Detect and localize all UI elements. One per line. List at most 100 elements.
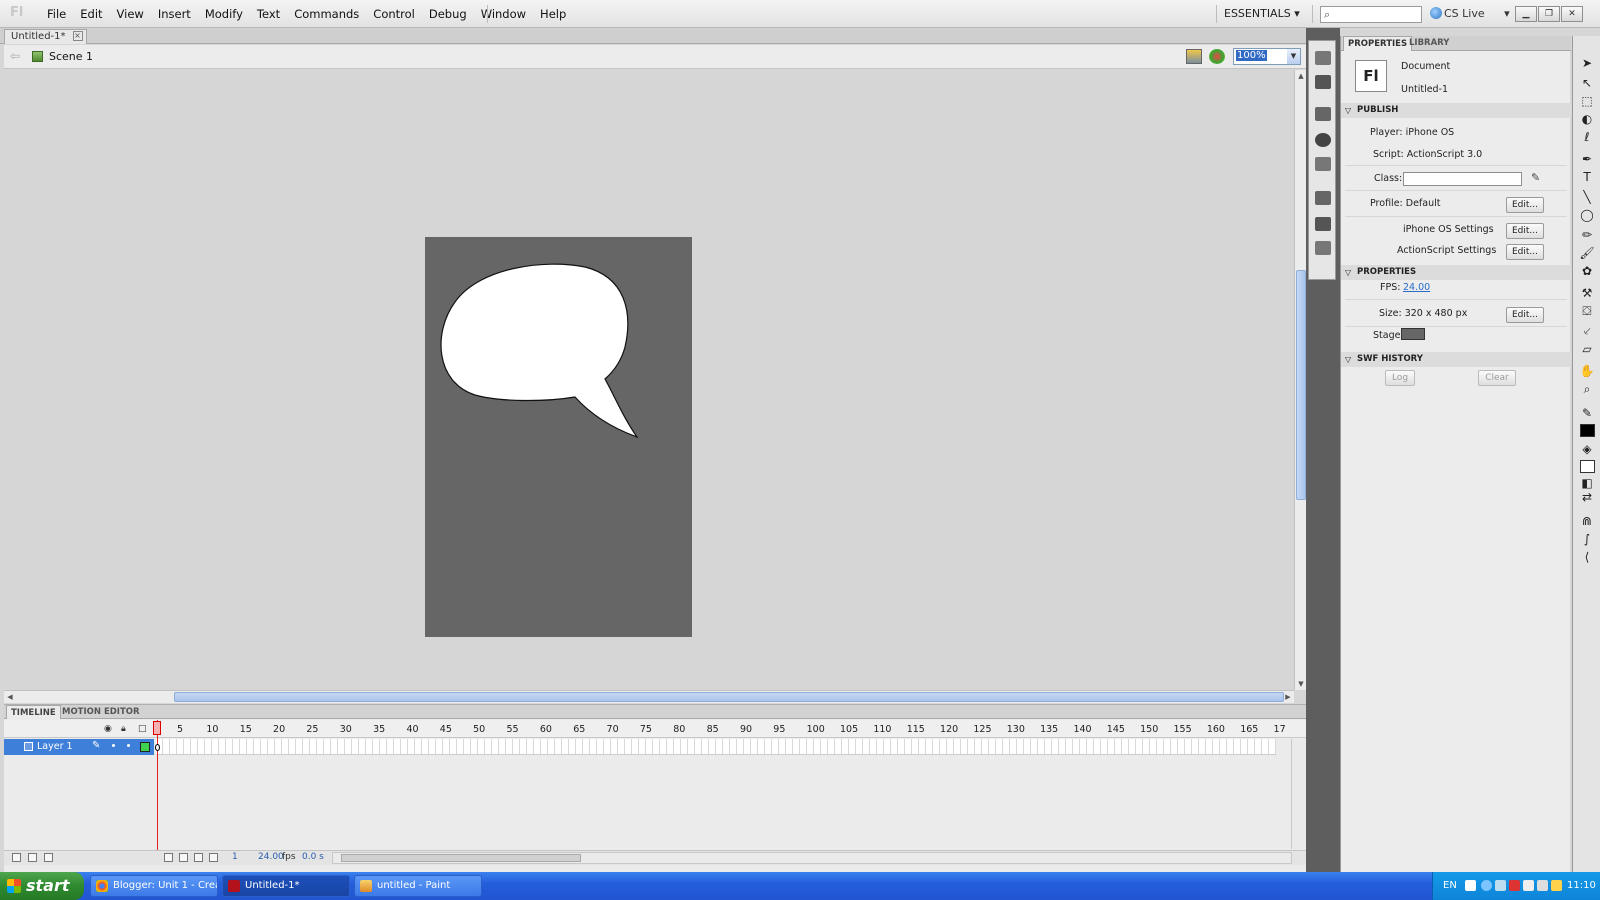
playhead-handle[interactable] xyxy=(153,721,161,735)
actionscript-settings-edit-button[interactable]: Edit... xyxy=(1506,244,1544,260)
eyedropper-tool-icon[interactable]: ⸔ xyxy=(1579,324,1595,338)
menu-help[interactable]: Help xyxy=(533,0,573,28)
profile-edit-button[interactable]: Edit... xyxy=(1506,197,1544,213)
menu-modify[interactable]: Modify xyxy=(198,0,250,28)
oval-tool-icon[interactable]: ◯ xyxy=(1579,208,1595,222)
restore-button[interactable]: ❐ xyxy=(1538,6,1560,22)
text-tool-icon[interactable]: T xyxy=(1579,170,1595,184)
network-icon[interactable] xyxy=(1481,880,1492,891)
timeline-horizontal-scrollbar[interactable] xyxy=(332,852,1292,864)
stroke-color-icon[interactable]: ✎ xyxy=(1579,406,1595,420)
lock-dot[interactable] xyxy=(127,744,130,747)
minimize-button[interactable]: ▁ xyxy=(1515,6,1537,22)
close-icon[interactable]: × xyxy=(72,31,83,41)
start-button[interactable]: start xyxy=(0,872,84,900)
paint-bucket-tool-icon[interactable]: ⛋ xyxy=(1579,304,1595,318)
brush-tool-icon[interactable]: 🖌︎ xyxy=(1579,246,1595,260)
scene-breadcrumb[interactable]: Scene 1 xyxy=(49,50,93,63)
tab-library[interactable]: LIBRARY xyxy=(1405,36,1453,51)
info-icon[interactable] xyxy=(1315,133,1331,147)
menu-commands[interactable]: Commands xyxy=(287,0,366,28)
motion-presets-icon[interactable] xyxy=(1315,241,1331,255)
menu-insert[interactable]: Insert xyxy=(151,0,198,28)
outline-icon[interactable]: □ xyxy=(138,724,147,734)
subselection-tool-icon[interactable]: ↖ xyxy=(1579,76,1595,90)
align-icon[interactable] xyxy=(1315,107,1331,121)
horizontal-scroll-thumb[interactable] xyxy=(174,692,1284,702)
tray-app-icon[interactable] xyxy=(1495,880,1506,891)
taskbar-item-paint[interactable]: untitled - Paint xyxy=(354,875,482,897)
menu-debug[interactable]: Debug xyxy=(422,0,474,28)
stroke-color-swatch[interactable] xyxy=(1580,424,1595,437)
zoom-select[interactable]: 100% ▼ xyxy=(1233,48,1301,65)
eye-icon[interactable]: ◉ xyxy=(104,724,112,734)
section-properties[interactable]: ▽ PROPERTIES xyxy=(1341,265,1571,280)
fill-color-icon[interactable]: ◈ xyxy=(1579,442,1595,456)
pencil-icon[interactable]: ✎ xyxy=(1531,171,1540,184)
tab-properties[interactable]: PROPERTIES xyxy=(1343,36,1413,51)
new-layer-icon[interactable] xyxy=(12,853,21,862)
section-publish[interactable]: ▽ PUBLISH xyxy=(1341,103,1571,118)
workspace-switcher[interactable]: ESSENTIALS ▾ xyxy=(1224,4,1300,24)
menu-text[interactable]: Text xyxy=(250,0,287,28)
menu-file[interactable]: File xyxy=(40,0,73,28)
keyframe[interactable] xyxy=(155,744,160,751)
timeline-vertical-scrollbar[interactable] xyxy=(1291,739,1304,849)
tab-motion-editor[interactable]: MOTION EDITOR xyxy=(58,705,144,719)
playhead[interactable] xyxy=(157,720,158,850)
fill-color-swatch[interactable] xyxy=(1580,460,1595,473)
scroll-up-icon[interactable]: ▲ xyxy=(1296,70,1306,82)
log-button[interactable]: Log xyxy=(1385,370,1415,386)
stage-horizontal-scrollbar[interactable]: ◀ ▶ xyxy=(4,690,1294,703)
tab-timeline[interactable]: TIMELINE xyxy=(6,705,61,719)
swap-colors-icon[interactable]: ⇄ xyxy=(1579,490,1595,504)
stage-color-swatch[interactable] xyxy=(1401,328,1425,340)
back-arrow-icon[interactable]: ⇦ xyxy=(10,49,20,63)
iphone-settings-edit-button[interactable]: Edit... xyxy=(1506,223,1544,239)
layer-outline-color[interactable] xyxy=(140,742,150,752)
visibility-dot[interactable] xyxy=(112,744,115,747)
stage-vertical-scrollbar[interactable]: ▲ ▼ xyxy=(1294,70,1306,690)
stage[interactable] xyxy=(425,237,692,637)
menu-window[interactable]: Window xyxy=(474,0,533,28)
zoom-tool-icon[interactable]: ⌕ xyxy=(1579,382,1595,396)
straighten-icon[interactable]: ⟨ xyxy=(1579,550,1595,564)
frame-grid[interactable] xyxy=(156,739,1276,755)
new-folder-icon[interactable] xyxy=(28,853,37,862)
vertical-scroll-thumb[interactable] xyxy=(1296,270,1306,500)
pencil-tool-icon[interactable]: ✏ xyxy=(1579,228,1595,242)
fps-value[interactable]: 24.00 xyxy=(1403,282,1430,293)
search-input[interactable]: ⌕ xyxy=(1320,6,1422,23)
edit-scene-icon[interactable] xyxy=(1186,49,1202,64)
deco-tool-icon[interactable]: ✿ xyxy=(1579,264,1595,278)
frame-ruler[interactable]: ◉ 🔒︎ □ 5 10 15 20 25 30 35 40 45 50 55 60 65 70 75 80 85… xyxy=(4,720,1306,738)
taskbar-item-blogger[interactable]: Blogger: Unit 1 - Crea... xyxy=(90,875,218,897)
edit-symbols-icon[interactable] xyxy=(1209,49,1225,64)
timeline-scroll-thumb[interactable] xyxy=(341,854,581,862)
selection-tool-icon[interactable]: ➤ xyxy=(1579,56,1595,70)
language-indicator[interactable]: EN xyxy=(1443,880,1457,891)
onion-skin-icon[interactable] xyxy=(179,853,188,862)
line-tool-icon[interactable]: ╲ xyxy=(1579,190,1595,204)
components-icon[interactable] xyxy=(1315,217,1331,231)
layer-row[interactable]: Layer 1 ✎ xyxy=(4,739,154,755)
size-edit-button[interactable]: Edit... xyxy=(1506,307,1544,323)
pasteboard[interactable] xyxy=(4,70,1294,690)
volume-icon[interactable] xyxy=(1523,880,1534,891)
color-panel-icon[interactable] xyxy=(1315,51,1331,65)
snap-to-objects-icon[interactable]: ⋒ xyxy=(1579,514,1595,528)
notification-icon[interactable] xyxy=(1551,880,1562,891)
lock-icon[interactable]: 🔒︎ xyxy=(121,724,126,734)
display-icon[interactable] xyxy=(1537,880,1548,891)
scroll-down-icon[interactable]: ▼ xyxy=(1296,678,1306,690)
scroll-left-icon[interactable]: ◀ xyxy=(4,691,16,703)
frame-rate[interactable]: 24.00 xyxy=(258,852,284,862)
smooth-icon[interactable]: ∫ xyxy=(1579,532,1595,546)
clear-button[interactable]: Clear xyxy=(1478,370,1516,386)
scroll-right-icon[interactable]: ▶ xyxy=(1282,691,1294,703)
layer-name[interactable]: Layer 1 xyxy=(37,741,73,752)
speech-bubble[interactable] xyxy=(425,237,692,637)
menu-view[interactable]: View xyxy=(110,0,151,28)
section-swf-history[interactable]: ▽ SWF HISTORY xyxy=(1341,352,1571,367)
menu-control[interactable]: Control xyxy=(366,0,422,28)
